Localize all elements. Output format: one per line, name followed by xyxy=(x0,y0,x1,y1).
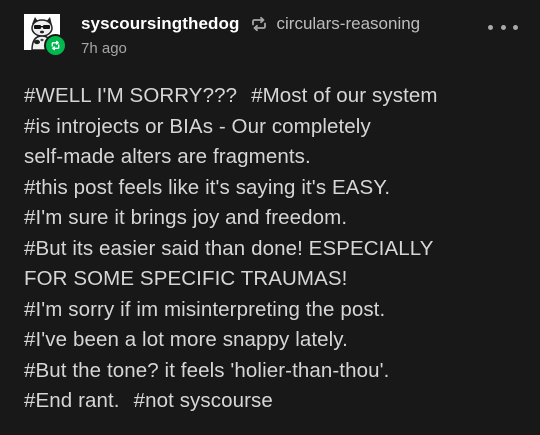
tag-continuation[interactable]: self-made alters are fragments. xyxy=(24,145,311,168)
post-header: syscoursingthedog circulars-reasoning 7h… xyxy=(0,0,540,70)
tag[interactable]: #WELL I'M SORRY??? xyxy=(24,84,237,107)
post-tags: #WELL I'M SORRY??? #Most of our system #i… xyxy=(24,81,524,417)
tag-line: FOR SOME SPECIFIC TRAUMAS! xyxy=(24,264,524,295)
post-timestamp[interactable]: 7h ago xyxy=(81,40,127,57)
tag[interactable]: #Most of our system xyxy=(251,84,437,107)
post-attribution: syscoursingthedog circulars-reasoning xyxy=(81,13,420,35)
tag[interactable]: #I'm sure it brings joy and freedom. xyxy=(24,206,347,229)
tag-line: #End rant. #not syscourse xyxy=(24,386,524,417)
tag-line: #But its easier said than done! ESPECIAL… xyxy=(24,234,524,265)
reblog-badge-icon xyxy=(51,40,60,51)
more-options-icon xyxy=(500,24,506,30)
tag[interactable]: #But the tone? it feels 'holier-than-tho… xyxy=(24,359,389,382)
tag[interactable]: #End rant. xyxy=(24,389,120,412)
tag[interactable]: #I'm sorry if im misinterpreting the pos… xyxy=(24,298,385,321)
tag[interactable]: #this post feels like it's saying it's E… xyxy=(24,176,390,199)
avatar-group[interactable] xyxy=(24,14,67,57)
tag-line: #But the tone? it feels 'holier-than-tho… xyxy=(24,356,524,387)
tag[interactable]: #is introjects or BIAs - Our completely xyxy=(24,115,371,138)
tag-line: #this post feels like it's saying it's E… xyxy=(24,173,524,204)
reblog-post: syscoursingthedog circulars-reasoning 7h… xyxy=(0,0,540,435)
reblog-badge xyxy=(44,34,67,57)
tag[interactable]: #not syscourse xyxy=(134,389,273,412)
tag-line: #I'm sorry if im misinterpreting the pos… xyxy=(24,295,524,326)
tag[interactable]: #I've been a lot more snappy lately. xyxy=(24,328,348,351)
tag[interactable]: #But its easier said than done! ESPECIAL… xyxy=(24,237,434,260)
tag-line: #WELL I'M SORRY??? #Most of our system xyxy=(24,81,524,112)
more-options-button[interactable] xyxy=(488,18,518,36)
author-name[interactable]: syscoursingthedog xyxy=(81,14,240,34)
tag-line: self-made alters are fragments. xyxy=(24,142,524,173)
more-options-icon xyxy=(513,24,518,30)
more-options-icon xyxy=(488,24,493,30)
source-blog-name[interactable]: circulars-reasoning xyxy=(277,14,421,34)
reblog-icon xyxy=(249,14,269,34)
tag-line: #I've been a lot more snappy lately. xyxy=(24,325,524,356)
tag-line: #is introjects or BIAs - Our completely xyxy=(24,112,524,143)
tag-continuation[interactable]: FOR SOME SPECIFIC TRAUMAS! xyxy=(24,267,347,290)
tag-line: #I'm sure it brings joy and freedom. xyxy=(24,203,524,234)
